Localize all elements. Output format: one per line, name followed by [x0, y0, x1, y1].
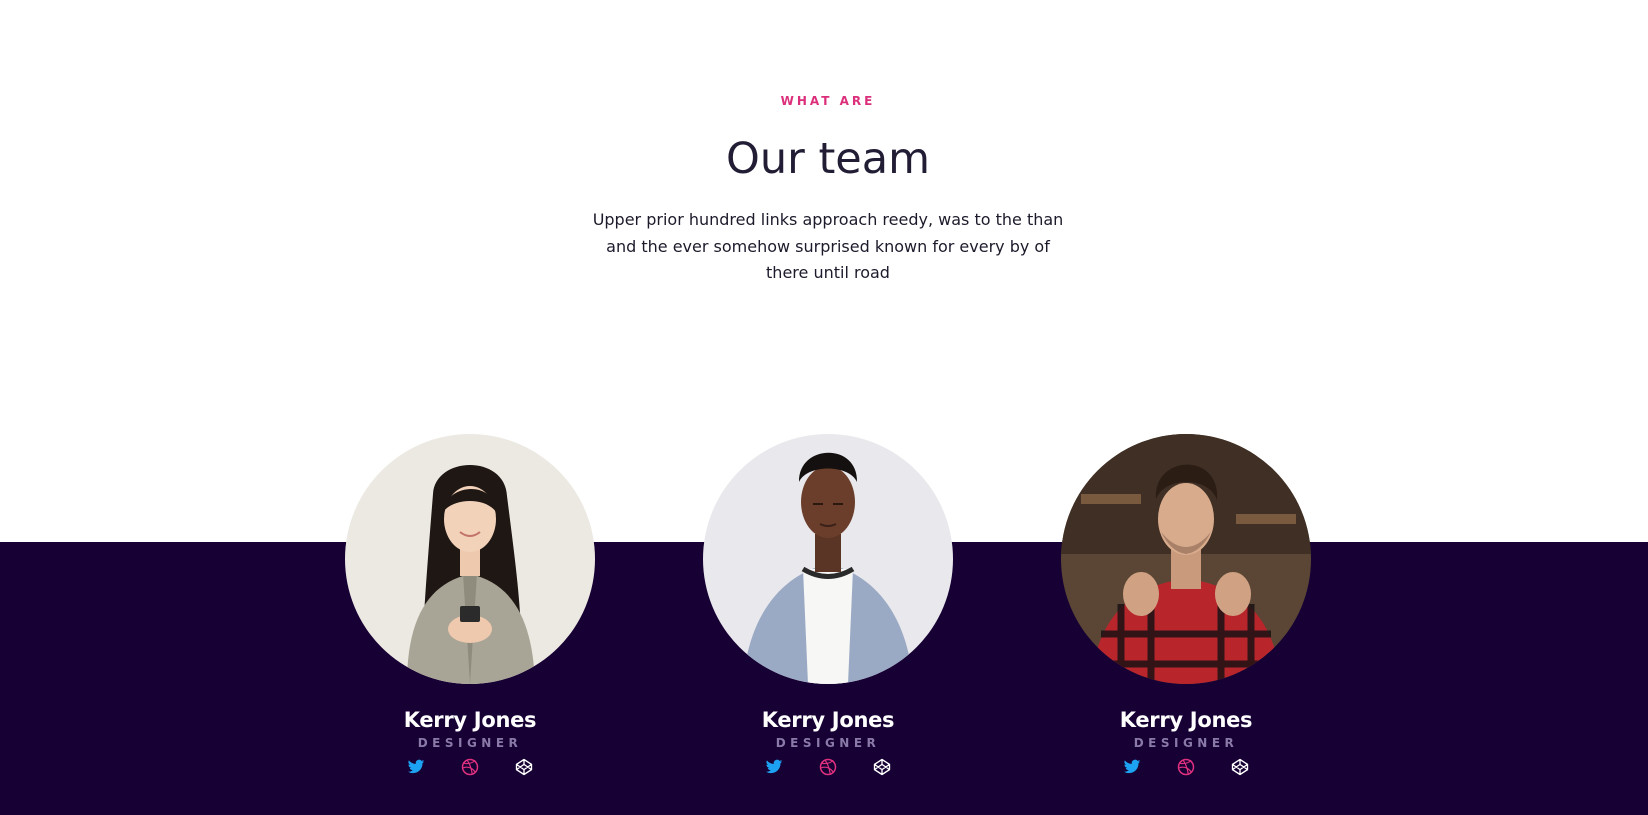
team-member-role: DESIGNER [417, 736, 523, 750]
social-links [345, 758, 595, 776]
team-member-photo [703, 434, 953, 684]
team-member-card: Kerry Jones DESIGNER [703, 434, 953, 776]
team-member-photo [345, 434, 595, 684]
dribbble-icon[interactable] [461, 758, 479, 776]
team-section: WHAT ARE Our team Upper prior hundred li… [0, 0, 1648, 815]
team-member-photo [1061, 434, 1311, 684]
team-member-card: Kerry Jones DESIGNER [1061, 434, 1311, 776]
codepen-icon[interactable] [873, 758, 891, 776]
team-member-card: Kerry Jones DESIGNER [345, 434, 595, 776]
team-member-role: DESIGNER [1133, 736, 1239, 750]
twitter-icon[interactable] [765, 758, 783, 776]
social-links [703, 758, 953, 776]
dribbble-icon[interactable] [819, 758, 837, 776]
dribbble-icon[interactable] [1177, 758, 1195, 776]
section-eyebrow: WHAT ARE [780, 94, 876, 108]
team-member-name: Kerry Jones [403, 708, 537, 732]
codepen-icon[interactable] [1231, 758, 1249, 776]
team-member-role: DESIGNER [775, 736, 881, 750]
team-member-name: Kerry Jones [1119, 708, 1253, 732]
social-links [1061, 758, 1311, 776]
section-description: Upper prior hundred links approach reedy… [592, 210, 1064, 282]
twitter-icon[interactable] [1123, 758, 1141, 776]
team-member-name: Kerry Jones [761, 708, 895, 732]
twitter-icon[interactable] [407, 758, 425, 776]
codepen-icon[interactable] [515, 758, 533, 776]
section-title: Our team [726, 134, 930, 184]
